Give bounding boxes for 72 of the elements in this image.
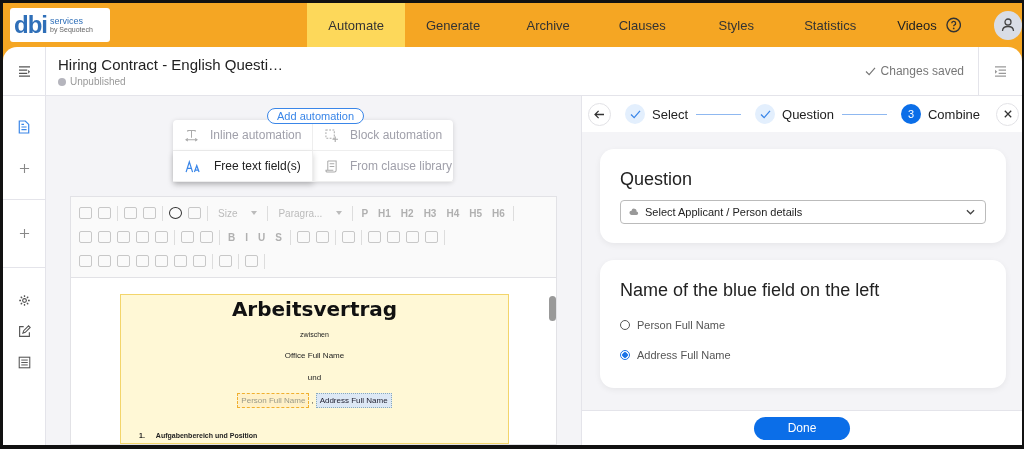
document-heading: Arbeitsvertrag — [231, 297, 398, 321]
nav-tab[interactable]: Statistics — [783, 3, 878, 47]
document-title: Hiring Contract - English Questi… — [58, 56, 285, 73]
check-icon — [864, 66, 876, 76]
document-text: , — [310, 396, 315, 405]
toolbar-button[interactable]: P — [359, 207, 371, 219]
step-label: Select — [652, 106, 689, 122]
menu-icon[interactable] — [17, 65, 31, 77]
nav-tab[interactable]: Generate — [405, 3, 502, 47]
close-button[interactable] — [996, 102, 1019, 126]
toolbar-button[interactable]: U — [256, 231, 268, 243]
nav-tab[interactable]: Styles — [689, 3, 784, 47]
save-status: Changes saved — [880, 64, 964, 78]
nav-tab[interactable]: Automate — [307, 3, 405, 47]
edit-icon[interactable] — [17, 325, 31, 338]
toolbar-button[interactable]: I — [243, 231, 250, 243]
step-badge: 3 — [900, 104, 921, 124]
text-field-tag[interactable]: Address Full Name — [315, 393, 392, 408]
radio-option[interactable]: Person Full Name — [620, 315, 986, 335]
outline-icon[interactable] — [994, 65, 1007, 77]
back-arrow-icon — [594, 109, 605, 119]
toolbar-button[interactable]: H5 — [467, 207, 485, 219]
list-icon[interactable] — [17, 356, 31, 369]
logo-text: services — [50, 17, 84, 26]
toolbar-button[interactable]: H1 — [376, 207, 393, 219]
document-line: Office Full Name — [284, 351, 345, 360]
caret-icon — [251, 211, 258, 215]
settings-icon[interactable] — [17, 294, 31, 307]
automation-option[interactable]: From clause library — [313, 151, 453, 182]
document-icon[interactable] — [18, 120, 30, 134]
publish-status: Unpublished — [70, 76, 126, 87]
plus-icon[interactable] — [18, 163, 30, 174]
step-label: Combine — [927, 106, 980, 122]
question-select[interactable]: Select Applicant / Person details — [620, 200, 986, 224]
text-cursor-icon — [185, 128, 198, 142]
toolbar-button[interactable]: H4 — [444, 207, 462, 219]
status-dot-icon — [58, 77, 66, 86]
dashed-box-plus-icon — [325, 128, 338, 142]
text-field-tag[interactable]: Person Full Name — [237, 393, 310, 408]
logo-mark: dbi — [14, 13, 47, 37]
radio-option[interactable]: Address Full Name — [620, 345, 986, 365]
cloud-icon — [629, 208, 639, 216]
chevron-down-icon — [966, 209, 975, 215]
add-automation-button[interactable]: Add automation — [267, 108, 365, 124]
toolbar-button[interactable]: S — [273, 231, 284, 243]
plus-icon[interactable] — [18, 228, 30, 239]
step-label: Question — [782, 106, 835, 122]
card-title: Name of the blue field on the left — [620, 280, 881, 301]
nav-tab[interactable]: Archive — [501, 3, 596, 47]
back-button[interactable] — [588, 102, 611, 126]
toolbar-button[interactable]: B — [226, 231, 238, 243]
toolbar-dropdown[interactable]: Size — [214, 207, 262, 219]
scroll-icon — [325, 159, 338, 173]
check-icon — [629, 109, 641, 119]
toolbar-button[interactable]: H6 — [490, 207, 507, 219]
toolbar-button[interactable]: H3 — [421, 207, 439, 219]
card-title: Question — [620, 169, 694, 190]
toolbar-dropdown[interactable]: Paragra... — [274, 207, 347, 219]
check-icon — [759, 109, 771, 119]
user-icon — [1000, 17, 1017, 33]
caret-icon — [336, 211, 343, 215]
nav-tab[interactable]: Clauses — [595, 3, 690, 47]
automation-option[interactable]: Block automation — [313, 120, 453, 151]
automation-option[interactable]: Free text field(s) — [173, 151, 313, 182]
toolbar-button[interactable]: H2 — [398, 207, 416, 219]
avatar[interactable] — [994, 10, 1022, 40]
videos-link[interactable]: Videos — [897, 3, 937, 47]
font-letters-icon — [185, 159, 202, 173]
document-line: und — [307, 373, 322, 382]
close-icon — [1003, 110, 1012, 118]
done-button[interactable]: Done — [754, 416, 850, 440]
help-icon[interactable] — [945, 17, 962, 33]
